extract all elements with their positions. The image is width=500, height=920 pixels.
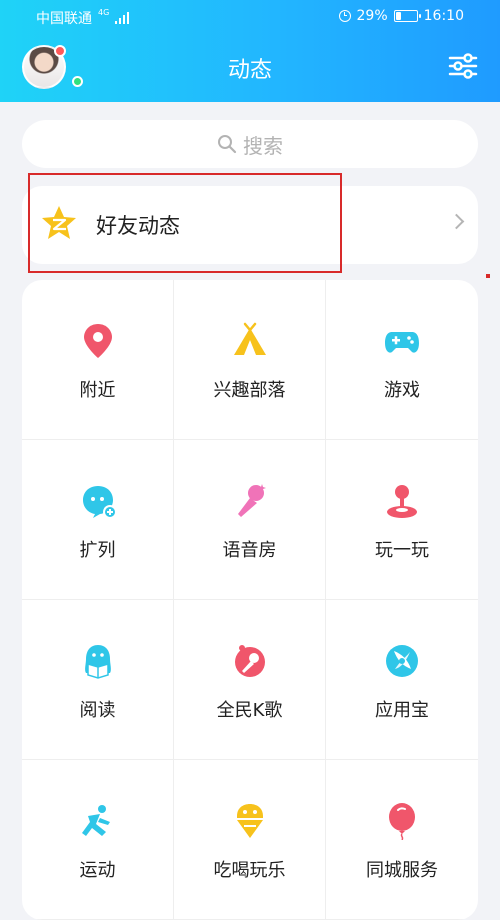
signal-icon (115, 12, 130, 24)
grid-item-reading[interactable]: 阅读 (22, 600, 174, 760)
grid-item-label: 玩一玩 (375, 540, 429, 561)
grid-item-app-store[interactable]: 应用宝 (326, 600, 478, 760)
grid-item-food-fun[interactable]: 吃喝玩乐 (174, 760, 326, 920)
highlight-box (28, 173, 342, 273)
search-placeholder: 搜索 (243, 133, 283, 158)
grid-item-expand-friends[interactable]: 扩列 (22, 440, 174, 600)
gamepad-icon (385, 332, 419, 353)
clock: 16:10 (423, 8, 464, 24)
grid-item-nearby[interactable]: 附近 (22, 280, 174, 440)
grid-item-label: 同城服务 (366, 860, 438, 881)
title-bar: 动态 (0, 34, 500, 102)
add-friend-chat-icon (83, 486, 116, 519)
grid-item-label: 游戏 (384, 380, 420, 401)
grid-item-karaoke[interactable]: 全民K歌 (174, 600, 326, 760)
grid-item-label: 附近 (79, 380, 116, 401)
grid-item-label: 应用宝 (375, 700, 429, 721)
grid-item-label: 阅读 (79, 700, 116, 721)
carrier-label: 中国联通 (36, 11, 92, 27)
grid-item-label: 全民K歌 (216, 700, 283, 721)
microphone-icon (238, 484, 266, 517)
search-input[interactable]: 搜索 (22, 120, 478, 168)
karaoke-icon (235, 645, 265, 677)
reading-penguin-icon (85, 645, 111, 679)
chevron-right-icon (448, 213, 465, 230)
running-icon (82, 805, 110, 836)
status-left: 中国联通 4G (36, 8, 130, 28)
status-bar: 中国联通 4G 29% 16:10 (0, 0, 500, 34)
grid-item-local-services[interactable]: 同城服务 (326, 760, 478, 920)
page-title: 动态 (227, 58, 272, 83)
network-type: 4G (98, 8, 110, 17)
balloon-icon (389, 803, 415, 840)
grid-item-label: 运动 (79, 860, 116, 881)
search-icon (218, 135, 237, 154)
battery-icon (393, 10, 421, 22)
ice-cream-icon (237, 804, 263, 838)
tribe-tent-icon (234, 322, 266, 355)
joystick-icon (387, 485, 417, 518)
alarm-icon (338, 10, 351, 22)
location-pin-icon (84, 324, 112, 358)
battery-fill (395, 12, 402, 20)
status-right: 29% 16:10 (338, 8, 464, 24)
feature-grid: 附近 兴趣部落 游戏 扩列 语音房 玩一玩 阅读 全民K歌 应用宝 运动 吃喝玩… (22, 280, 478, 920)
grid-item-label: 扩列 (79, 540, 116, 561)
grid-item-play[interactable]: 玩一玩 (326, 440, 478, 600)
grid-item-voice-room[interactable]: 语音房 (174, 440, 326, 600)
grid-item-sports[interactable]: 运动 (22, 760, 174, 920)
grid-item-label: 语音房 (222, 540, 277, 561)
red-marker (486, 274, 490, 278)
app-store-icon (386, 645, 418, 677)
battery-percent: 29% (356, 8, 388, 24)
sliders-icon[interactable] (448, 50, 478, 82)
grid-item-games[interactable]: 游戏 (326, 280, 478, 440)
grid-item-label: 兴趣部落 (213, 380, 286, 401)
grid-item-label: 吃喝玩乐 (213, 860, 286, 881)
grid-item-tribe[interactable]: 兴趣部落 (174, 280, 326, 440)
